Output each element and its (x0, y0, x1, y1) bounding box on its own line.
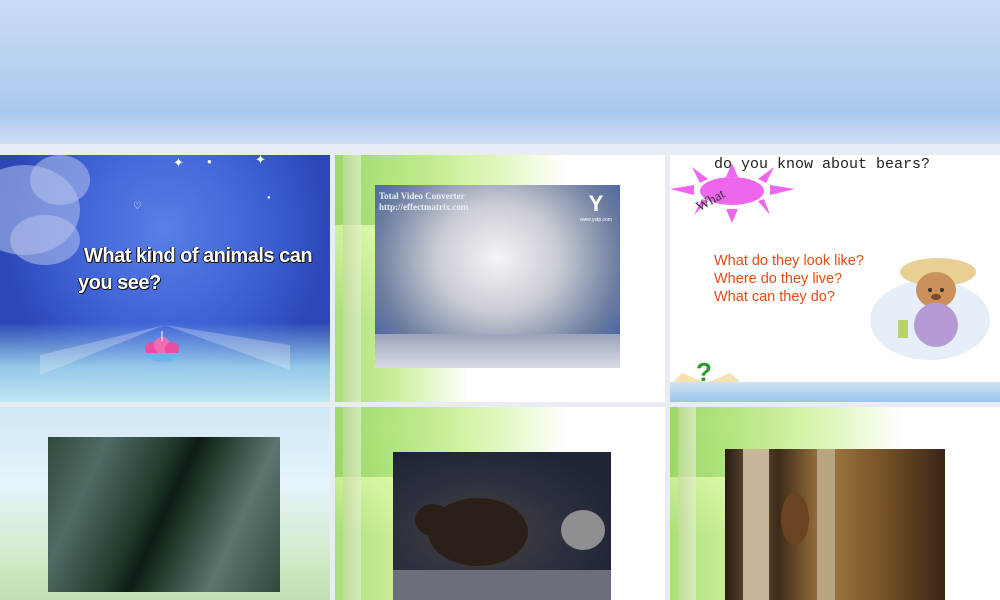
star-icon: ✦ (255, 155, 266, 167)
question-list: What do they look like? Where do they li… (714, 252, 864, 306)
header-banner (0, 0, 1000, 150)
tree-trunk-decoration (678, 407, 696, 600)
question-line-2: you see? (78, 272, 161, 294)
question-line-1: What kind of animals can (84, 245, 313, 267)
logo-letter: Y (588, 191, 604, 216)
canyon-video-frame[interactable] (48, 437, 280, 592)
slide-grid: ✦ ● ✦ ♡ ● What kind of animals can you s… (0, 155, 1000, 600)
heart-icon: ♡ (133, 201, 142, 212)
sun-icon (670, 163, 795, 223)
cloud-shape (30, 155, 90, 205)
bear-climbing-video-frame[interactable] (725, 449, 945, 600)
slide-question: What kind of animals can you see? (78, 243, 318, 297)
logo-subtext: www.yxtp.com (580, 217, 612, 223)
geyser-video-frame[interactable]: Total Video Converter http://effectmatri… (375, 185, 620, 368)
slide-thumbnail-2[interactable]: Total Video Converter http://effectmatri… (335, 155, 665, 402)
tree-trunk-decoration (343, 407, 361, 600)
question-item: What do they look like? (714, 253, 864, 269)
slide-thumbnail-3[interactable]: do you know about bears? What What do th… (670, 155, 1000, 402)
video-watermark: Total Video Converter http://effectmatri… (379, 191, 468, 213)
cloud-shape (10, 215, 80, 265)
question-item: What can they do? (714, 289, 835, 305)
watermark-line-2: http://effectmatrix.com (379, 202, 469, 212)
snow-ground (375, 334, 620, 368)
bear-silhouette (393, 498, 611, 600)
slide-thumbnail-4[interactable] (0, 407, 330, 600)
star-icon: ✦ (173, 155, 184, 170)
watermark-line-1: Total Video Converter (379, 191, 465, 201)
water-strip (670, 382, 1000, 402)
tree-trunk-decoration (343, 155, 361, 402)
slide-thumbnail-1[interactable]: ✦ ● ✦ ♡ ● What kind of animals can you s… (0, 155, 330, 402)
teddy-bear-icon (870, 258, 990, 360)
star-icon: ● (267, 195, 271, 201)
slide-thumbnail-5[interactable] (335, 407, 665, 600)
bear-video-frame[interactable] (393, 452, 611, 600)
tree-trunks-scene (743, 449, 835, 600)
star-icon: ● (207, 157, 212, 166)
question-item: Where do they live? (714, 271, 843, 287)
slide-thumbnail-6[interactable] (670, 407, 1000, 600)
flower-basket-icon (142, 331, 182, 362)
watermark-logo-icon: Y www.yxtp.com (580, 191, 612, 225)
